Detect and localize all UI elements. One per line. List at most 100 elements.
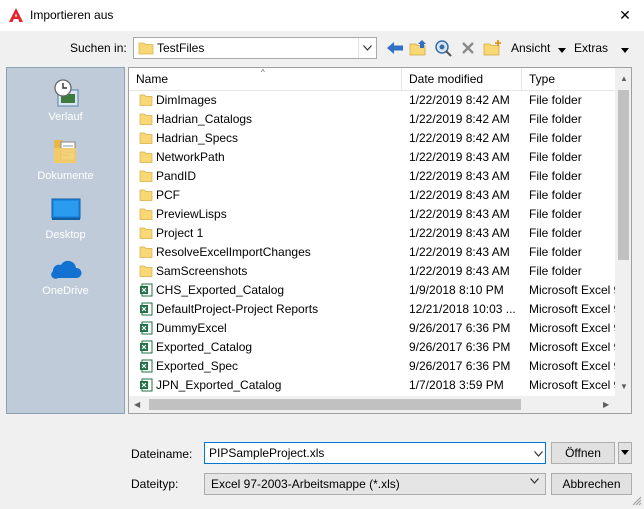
file-type: File folder — [529, 207, 582, 221]
file-date-modified: 1/22/2019 8:43 AM — [409, 207, 510, 221]
place-label: Verlauf — [48, 111, 83, 123]
cancel-button[interactable]: Abbrechen — [551, 473, 632, 495]
file-row[interactable]: ResolveExcelImportChanges 1/22/2019 8:43 … — [129, 243, 615, 262]
scroll-corner — [615, 396, 631, 413]
excel-file-icon — [139, 359, 153, 373]
file-type: File folder — [529, 93, 582, 107]
file-row[interactable]: CHS_Exported_Catalog 1/9/2018 8:10 PM Micr… — [129, 281, 615, 300]
scroll-left-icon[interactable]: ◀ — [134, 400, 140, 409]
filename-label: Dateiname: — [131, 447, 193, 461]
file-type: Microsoft Excel 9 — [529, 321, 615, 335]
file-row[interactable]: PCF 1/22/2019 8:43 AM File folder — [129, 186, 615, 205]
excel-file-icon — [139, 340, 153, 354]
up-folder-button[interactable] — [408, 37, 430, 59]
file-name: Exported_Spec — [156, 359, 239, 373]
chevron-down-icon[interactable] — [534, 446, 543, 460]
extras-menu-button[interactable]: Extras — [574, 41, 608, 55]
lookin-combobox[interactable]: TestFiles — [133, 37, 377, 59]
filetype-combobox[interactable]: Excel 97-2003-Arbeitsmappe (*.xls) — [204, 473, 546, 495]
file-type: File folder — [529, 112, 582, 126]
column-type[interactable]: Type — [522, 68, 615, 90]
column-date-modified[interactable]: Date modified — [402, 68, 522, 90]
new-folder-button[interactable] — [482, 37, 504, 59]
place-history[interactable]: Verlauf — [7, 78, 124, 123]
file-date-modified: 9/26/2017 6:36 PM — [409, 340, 511, 354]
file-type: File folder — [529, 150, 582, 164]
resize-grip[interactable] — [632, 495, 642, 506]
file-date-modified: 1/22/2019 8:43 AM — [409, 226, 510, 240]
close-button[interactable]: ✕ — [610, 2, 640, 28]
delete-button[interactable] — [457, 37, 479, 59]
chevron-down-icon[interactable] — [358, 38, 376, 58]
file-row[interactable]: JPN_Exported_Catalog 1/7/2018 3:59 PM Micr… — [129, 376, 615, 395]
open-dropdown-button[interactable] — [618, 442, 632, 464]
file-row[interactable]: PandID 1/22/2019 8:43 AM File folder — [129, 167, 615, 186]
place-label: Dokumente — [37, 170, 94, 182]
file-type: Microsoft Excel 9 — [529, 359, 615, 373]
window-title: Importieren aus — [30, 8, 114, 22]
file-name: SamScreenshots — [156, 264, 248, 278]
lookin-value: TestFiles — [157, 41, 205, 55]
file-name: NetworkPath — [156, 150, 225, 164]
file-row[interactable]: DefaultProject-Project Reports 12/21/2018… — [129, 300, 615, 319]
place-label: OneDrive — [42, 285, 89, 297]
file-date-modified: 1/22/2019 8:43 AM — [409, 188, 510, 202]
file-date-modified: 1/22/2019 8:42 AM — [409, 131, 510, 145]
file-row[interactable]: NetworkPath 1/22/2019 8:43 AM File folder — [129, 148, 615, 167]
file-list[interactable]: Name Date modified Type ^ DimImages 1/22/… — [128, 67, 632, 414]
scroll-down-icon[interactable]: ▼ — [620, 382, 628, 391]
folder-icon — [139, 169, 153, 183]
place-desktop[interactable]: Desktop — [7, 196, 124, 241]
horizontal-scroll-thumb[interactable] — [149, 399, 521, 410]
new-folder-icon — [483, 40, 501, 56]
place-onedrive[interactable]: OneDrive — [7, 258, 124, 297]
file-type: File folder — [529, 131, 582, 145]
file-row[interactable]: Exported_Catalog 9/26/2017 6:36 PM Microso… — [129, 338, 615, 357]
file-date-modified: 1/22/2019 8:43 AM — [409, 150, 510, 164]
file-name: PCF — [156, 188, 180, 202]
sort-ascending-icon: ^ — [261, 68, 265, 77]
file-date-modified: 1/7/2018 3:59 PM — [409, 378, 504, 392]
place-label: Desktop — [45, 229, 86, 241]
horizontal-scrollbar[interactable]: ◀ ▶ — [129, 396, 615, 413]
place-documents[interactable]: Dokumente — [7, 136, 124, 182]
folder-icon — [139, 245, 153, 259]
file-date-modified: 1/22/2019 8:43 AM — [409, 245, 510, 259]
file-date-modified: 1/22/2019 8:43 AM — [409, 264, 510, 278]
excel-file-icon — [139, 302, 153, 316]
file-name: JPN_Exported_Catalog — [156, 378, 282, 392]
open-button[interactable]: Öffnen — [551, 442, 615, 464]
file-row[interactable]: SamScreenshots 1/22/2019 8:43 AM File fold… — [129, 262, 615, 281]
file-row[interactable]: DummyExcel 9/26/2017 6:36 PM Microsoft Exc… — [129, 319, 615, 338]
vertical-scrollbar[interactable]: ▲ ▼ — [615, 68, 631, 396]
file-row[interactable]: DimImages 1/22/2019 8:42 AM File folder — [129, 91, 615, 110]
vertical-scroll-thumb[interactable] — [618, 90, 629, 260]
file-row[interactable]: Hadrian_Specs 1/22/2019 8:42 AM File folde… — [129, 129, 615, 148]
file-date-modified: 12/21/2018 10:03 ... — [409, 302, 516, 316]
file-row[interactable]: PreviewLisps 1/22/2019 8:43 AM File folder — [129, 205, 615, 224]
back-arrow-icon — [387, 42, 403, 54]
file-row[interactable]: Hadrian_Catalogs 1/22/2019 8:42 AM File fo… — [129, 110, 615, 129]
file-row[interactable]: Project 1 1/22/2019 8:43 AM File folder — [129, 224, 615, 243]
views-dropdown-icon[interactable] — [558, 42, 566, 56]
file-name: Hadrian_Specs — [156, 131, 239, 145]
views-menu-button[interactable]: Ansicht — [511, 41, 550, 55]
chevron-down-icon[interactable] — [530, 477, 539, 486]
file-date-modified: 1/22/2019 8:42 AM — [409, 93, 510, 107]
autocad-app-icon — [8, 7, 24, 23]
filetype-value: Excel 97-2003-Arbeitsmappe (*.xls) — [211, 477, 400, 491]
scroll-right-icon[interactable]: ▶ — [603, 400, 609, 409]
file-type: File folder — [529, 245, 582, 259]
file-type: File folder — [529, 264, 582, 278]
filename-input[interactable]: PIPSampleProject.xls — [204, 442, 546, 464]
scroll-up-icon[interactable]: ▲ — [620, 74, 628, 83]
search-web-button[interactable] — [433, 37, 455, 59]
column-name[interactable]: Name — [129, 68, 402, 90]
file-row[interactable]: Exported_Spec 9/26/2017 6:36 PM Microsoft … — [129, 357, 615, 376]
file-type: Microsoft Excel 9 — [529, 283, 615, 297]
history-icon — [53, 79, 78, 107]
file-type: File folder — [529, 169, 582, 183]
file-name: DefaultProject-Project Reports — [156, 302, 319, 316]
back-button[interactable] — [384, 37, 406, 59]
extras-dropdown-icon[interactable] — [621, 42, 629, 56]
